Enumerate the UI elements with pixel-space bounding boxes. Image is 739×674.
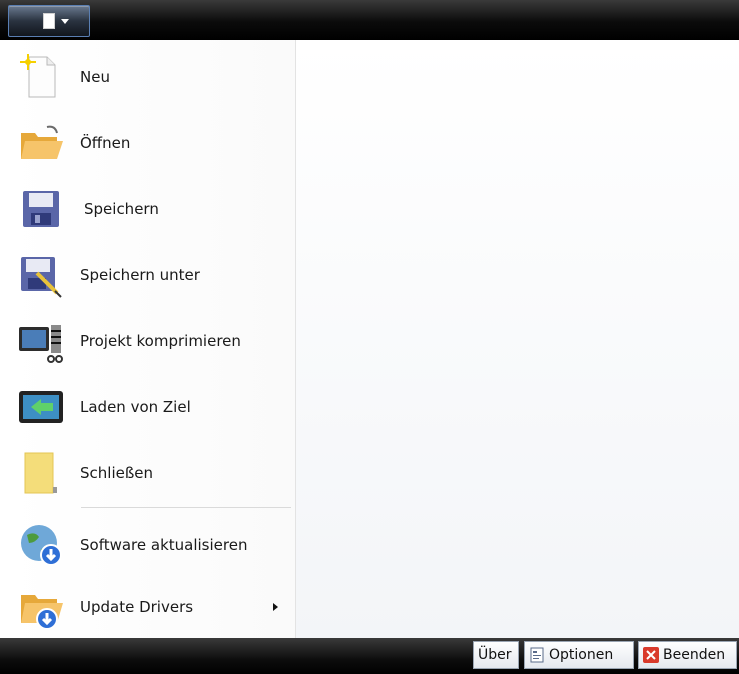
chevron-right-icon (273, 603, 278, 611)
compress-project-icon (19, 325, 63, 363)
application-menu-button[interactable] (8, 5, 90, 37)
exit-button[interactable]: Beenden (638, 641, 737, 669)
close-icon (643, 647, 659, 663)
menu-item-label: Speichern (84, 200, 159, 218)
globe-update-icon (21, 525, 62, 566)
menu-item-label: Schließen (80, 464, 154, 482)
menu-item-label: Öffnen (80, 134, 131, 152)
menu-item-save-as[interactable]: Speichern unter (9, 244, 295, 306)
document-icon (43, 13, 55, 29)
title-bar (0, 0, 739, 40)
menu-item-update-software[interactable]: Software aktualisieren (9, 514, 295, 576)
options-label: Optionen (549, 647, 614, 663)
open-folder-icon (21, 125, 63, 159)
menu-footer: Über Optionen Beenden (0, 638, 739, 674)
folder-update-icon (21, 595, 63, 630)
save-as-icon (21, 257, 62, 298)
menu-item-new[interactable]: Neu (9, 46, 295, 108)
chevron-down-icon (61, 19, 69, 24)
menu-item-compress-project[interactable]: Projekt komprimieren (9, 310, 295, 372)
menu-item-label: Update Drivers (80, 598, 194, 616)
menu-separator (81, 507, 291, 508)
application-menu: Neu Öffnen Speichern Speichern unter Pro… (9, 40, 296, 638)
menu-item-load-from-target[interactable]: Laden von Ziel (9, 376, 295, 438)
menu-item-label: Laden von Ziel (80, 398, 191, 416)
about-button[interactable]: Über (473, 641, 519, 669)
recent-files-pane (296, 40, 739, 638)
menu-item-label: Projekt komprimieren (80, 332, 241, 350)
new-document-icon (20, 54, 56, 98)
save-floppy-icon (23, 191, 59, 227)
exit-label: Beenden (663, 647, 726, 663)
about-label: Über (478, 647, 512, 663)
close-folder-icon (24, 452, 57, 494)
menu-item-label: Neu (80, 68, 110, 86)
menu-item-save[interactable]: Speichern (9, 178, 295, 240)
options-icon (530, 647, 544, 663)
menu-item-update-drivers[interactable]: Update Drivers (9, 576, 295, 638)
menu-item-open[interactable]: Öffnen (9, 112, 295, 174)
menu-item-label: Speichern unter (80, 266, 200, 284)
load-from-target-icon (19, 391, 63, 423)
menu-item-label: Software aktualisieren (80, 536, 248, 554)
menu-item-close[interactable]: Schließen (9, 442, 295, 504)
options-button[interactable]: Optionen (524, 641, 634, 669)
